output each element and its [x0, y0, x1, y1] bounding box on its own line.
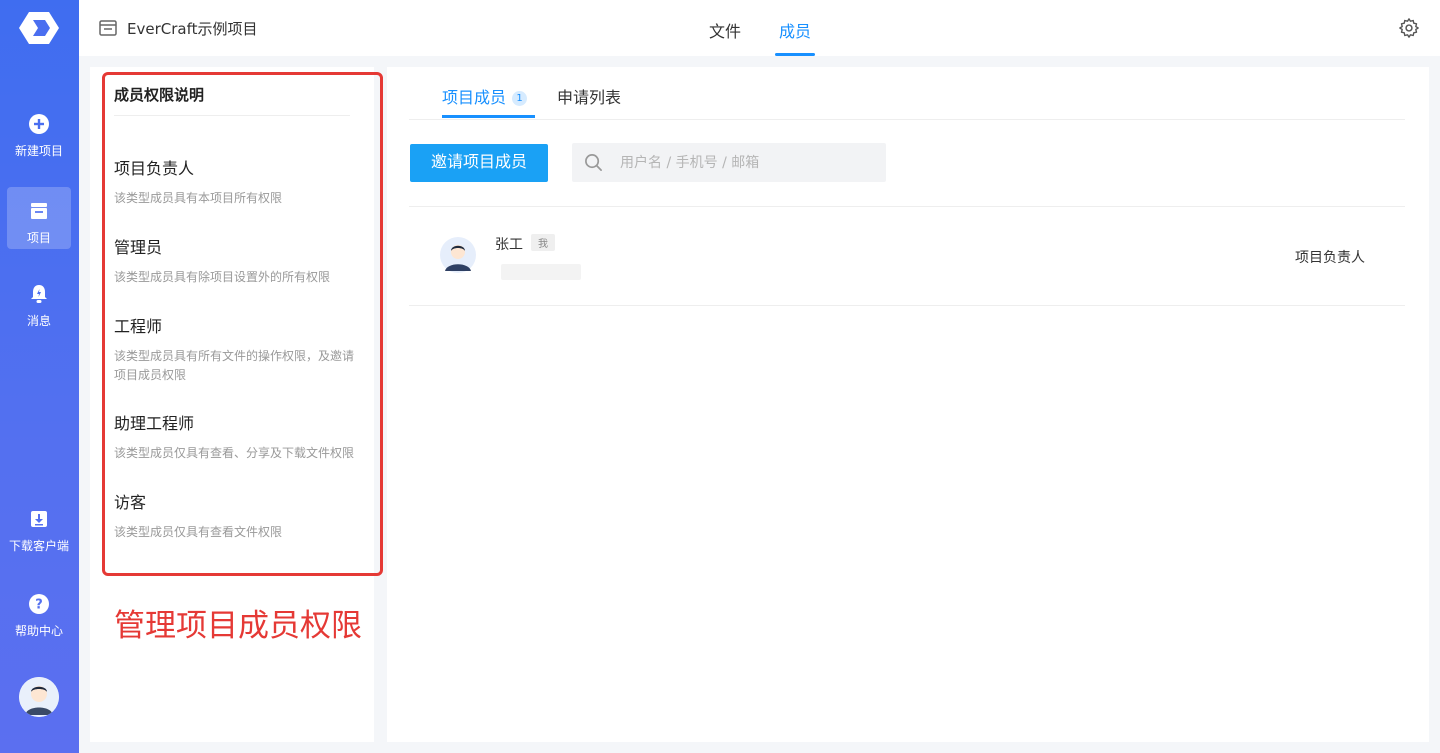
help-icon: ? — [29, 594, 49, 614]
role-item-engineer: 工程师 该类型成员具有所有文件的操作权限，及邀请项目成员权限 — [114, 313, 359, 385]
top-header: EverCraft示例项目 文件 成员 — [79, 0, 1440, 56]
gear-icon[interactable] — [1398, 17, 1420, 39]
download-icon — [31, 511, 47, 527]
tab-files[interactable]: 文件 — [709, 18, 741, 56]
divider — [114, 115, 350, 116]
member-count-badge: 1 — [512, 91, 528, 106]
sidebar-item-label: 帮助中心 — [14, 624, 63, 638]
search-icon — [585, 154, 602, 171]
project-title: EverCraft示例项目 — [127, 20, 258, 38]
invite-member-button[interactable]: 邀请项目成员 — [410, 144, 548, 182]
role-name: 访客 — [114, 493, 147, 512]
role-description: 该类型成员仅具有查看、分享及下载文件权限 — [114, 446, 355, 460]
tab-label: 项目成员 — [442, 88, 507, 107]
role-name: 助理工程师 — [114, 414, 195, 433]
sidebar-item-messages[interactable]: 消息 — [7, 270, 71, 332]
bell-icon — [31, 285, 47, 303]
tab-application-list[interactable]: 申请列表 — [557, 84, 621, 118]
self-badge: 我 — [531, 234, 555, 251]
project-icon — [31, 203, 47, 219]
role-item-assistant-engineer: 助理工程师 该类型成员仅具有查看、分享及下载文件权限 — [114, 410, 359, 463]
sidebar-item-download-client[interactable]: 下载客户端 — [7, 495, 71, 557]
search-input[interactable] — [620, 143, 880, 182]
member-name: 张工 — [495, 237, 523, 253]
sidebar-item-help-center[interactable]: ? 帮助中心 — [7, 580, 71, 642]
role-name: 项目负责人 — [114, 159, 195, 178]
sidebar-item-projects[interactable]: 项目 — [7, 187, 71, 249]
sidebar-item-label: 消息 — [26, 314, 51, 328]
sidebar-item-new-project[interactable]: 新建项目 — [7, 100, 71, 162]
member-contact-redacted — [501, 264, 581, 280]
role-item-admin: 管理员 该类型成员具有除项目设置外的所有权限 — [114, 234, 359, 287]
svg-text:?: ? — [35, 598, 43, 613]
user-avatar[interactable] — [19, 677, 59, 717]
role-description: 该类型成员具有所有文件的操作权限，及邀请项目成员权限 — [114, 349, 355, 382]
left-sidebar: 新建项目 项目 消息 下载客户端 ? 帮助中心 — [0, 0, 79, 753]
permissions-title: 成员权限说明 — [114, 86, 205, 104]
avatar-icon — [19, 677, 59, 717]
member-avatar-icon — [440, 237, 476, 273]
annotation-text: 管理项目成员权限 — [114, 608, 362, 644]
divider — [409, 305, 1405, 306]
member-role[interactable]: 项目负责人 — [1295, 247, 1365, 267]
sidebar-item-label: 下载客户端 — [8, 539, 69, 553]
plus-circle-icon — [29, 114, 49, 134]
tab-project-members[interactable]: 项目成员 1 — [442, 84, 536, 118]
role-description: 该类型成员具有本项目所有权限 — [114, 191, 283, 205]
tab-members[interactable]: 成员 — [774, 18, 816, 56]
role-name: 管理员 — [114, 238, 163, 257]
sidebar-item-label: 项目 — [26, 231, 51, 245]
role-item-guest: 访客 该类型成员仅具有查看文件权限 — [114, 489, 359, 542]
divider — [409, 119, 1405, 120]
role-description: 该类型成员仅具有查看文件权限 — [114, 525, 283, 539]
table-row[interactable]: 张工 我 项目负责人 — [409, 207, 1405, 305]
sidebar-item-label: 新建项目 — [14, 144, 63, 158]
role-item-owner: 项目负责人 该类型成员具有本项目所有权限 — [114, 155, 359, 208]
app-logo-icon[interactable] — [19, 10, 59, 46]
project-folder-icon — [99, 20, 117, 36]
role-name: 工程师 — [114, 317, 163, 336]
role-description: 该类型成员具有除项目设置外的所有权限 — [114, 270, 331, 284]
member-search[interactable] — [572, 143, 886, 182]
members-panel: 项目成员 1 申请列表 邀请项目成员 张工 我 项目负责人 — [387, 67, 1429, 742]
